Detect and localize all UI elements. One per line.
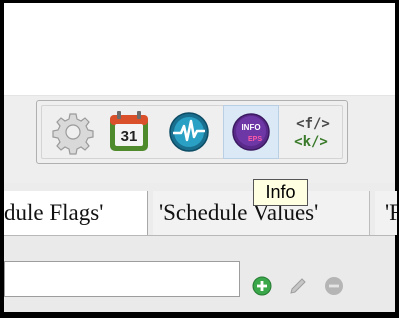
tab-label: dule Flags' [4, 200, 104, 225]
edit-pencil-icon[interactable] [288, 276, 308, 296]
code-button[interactable]: <f/> <k/> [285, 105, 341, 159]
svg-text:<f/>: <f/> [296, 116, 330, 132]
add-icon[interactable] [252, 276, 272, 296]
info-button[interactable]: INFO EPS [223, 105, 279, 159]
gear-icon [52, 113, 94, 155]
tab-label: 'F [385, 200, 397, 225]
calendar-button[interactable]: 31 [101, 105, 157, 159]
svg-text:EPS: EPS [248, 136, 262, 143]
remove-icon[interactable] [324, 276, 344, 296]
settings-button[interactable] [45, 105, 101, 159]
svg-text:<k/>: <k/> [294, 134, 328, 150]
svg-text:31: 31 [121, 128, 138, 145]
toolbar: 31 INFO EPS <f/> <k/> [36, 100, 348, 164]
search-input[interactable] [4, 261, 240, 297]
tab-bar: dule Flags' 'Schedule Values' 'F [4, 183, 397, 236]
calendar-icon: 31 [110, 111, 148, 151]
top-blank-area [4, 3, 395, 95]
tab-next[interactable]: 'F [375, 191, 397, 235]
code-tags-icon: <f/> <k/> [294, 116, 330, 150]
tab-schedule-flags[interactable]: dule Flags' [4, 191, 148, 235]
info-tooltip: Info [253, 179, 308, 206]
monitor-button[interactable] [161, 105, 217, 159]
svg-text:INFO: INFO [241, 123, 260, 132]
pulse-icon [169, 112, 209, 152]
info-eps-icon: INFO EPS [232, 113, 270, 151]
